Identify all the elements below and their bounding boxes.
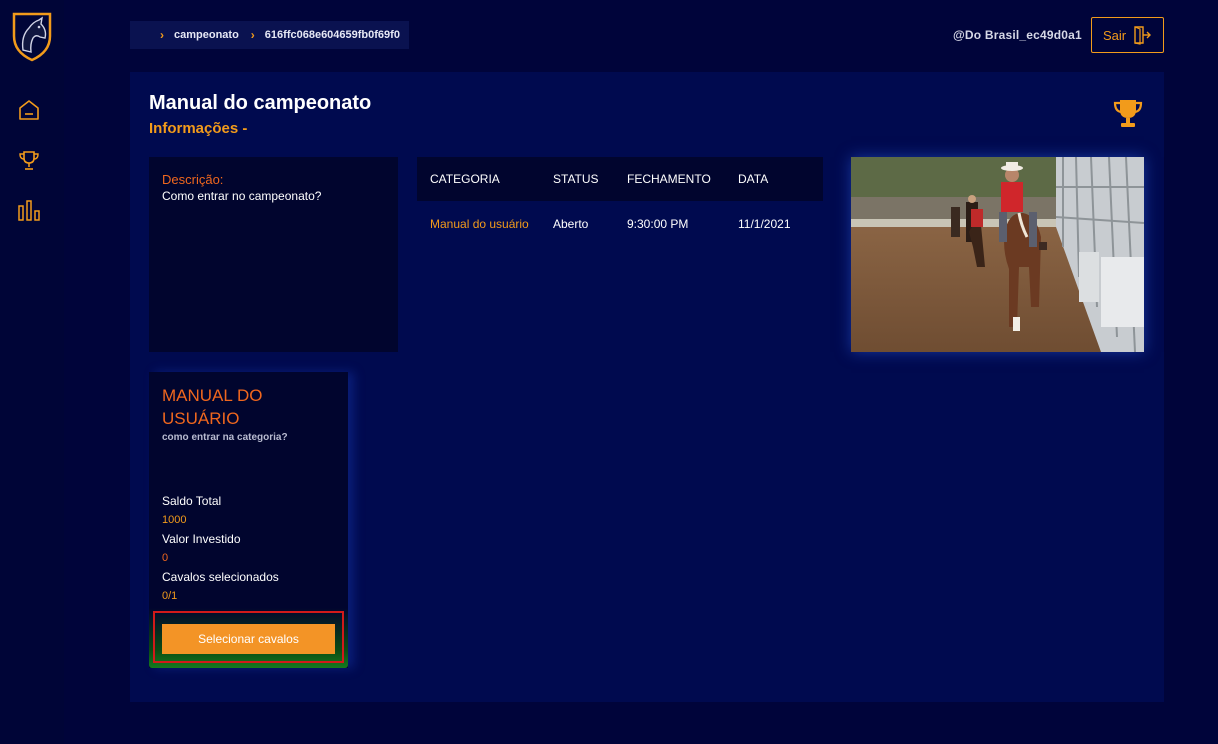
page-title: Manual do campeonato [149,92,372,114]
horse-rider-image [851,157,1144,352]
table-cell-date: 11/1/2021 [738,217,791,231]
breadcrumb-item-campeonato[interactable]: campeonato [174,29,239,41]
logout-button[interactable]: Sair [1091,17,1164,53]
saldo-value: 1000 [162,514,187,526]
description-box: Descrição: Como entrar no campeonato? [149,157,398,352]
description-label: Descrição: [162,172,224,187]
card-subtitle: como entrar na categoria? [162,432,288,443]
username: @Do Brasil_ec49d0a1 [953,28,1082,42]
bar-chart-icon[interactable] [16,198,42,224]
home-icon[interactable] [16,97,42,123]
card-title: MANUAL DO USUÁRIO [162,386,263,428]
saldo-label: Saldo Total [162,494,222,508]
table-row[interactable]: Manual do usuário Aberto 9:30:00 PM 11/1… [417,201,823,247]
trophy-icon [1113,100,1143,127]
investido-label: Valor Investido [162,532,241,546]
horse-logo-icon[interactable] [9,10,55,62]
sidebar [0,0,64,744]
cavalos-label: Cavalos selecionados [162,570,279,584]
chevron-right-icon: › [250,28,255,42]
cavalos-value: 0/1 [162,590,178,602]
description-text: Como entrar no campeonato? [162,189,322,203]
table-header: CATEGORIA STATUS FECHAMENTO DATA [417,157,823,201]
breadcrumb: › campeonato › 616ffc068e604659fb0f69f0 [130,21,409,49]
breadcrumb-item-id[interactable]: 616ffc068e604659fb0f69f0 [265,29,400,41]
table-cell-status: Aberto [553,217,589,231]
investido-value: 0 [162,552,169,564]
table-cell-category[interactable]: Manual do usuário [417,217,553,231]
select-horses-button[interactable]: Selecionar cavalos [162,624,335,654]
logout-icon [1134,26,1152,45]
column-header: STATUS [553,172,599,186]
rodeo-photo [851,157,1144,352]
category-card: MANUAL DO USUÁRIO como entrar na categor… [149,372,348,668]
column-header: CATEGORIA [430,172,500,186]
column-header: DATA [738,172,769,186]
card-stats: Saldo Total 1000 Valor Investido 0 Caval… [162,492,279,606]
column-header: FECHAMENTO [627,172,711,186]
table-cell-closing: 9:30:00 PM [627,217,689,231]
trophy-icon[interactable] [16,148,42,174]
page-subtitle: Informações - [149,120,248,137]
logout-label: Sair [1102,27,1127,43]
main-panel: Manual do campeonato Informações - Descr… [130,72,1164,702]
chevron-right-icon: › [160,28,164,42]
category-table: CATEGORIA STATUS FECHAMENTO DATA Manual … [417,157,823,247]
